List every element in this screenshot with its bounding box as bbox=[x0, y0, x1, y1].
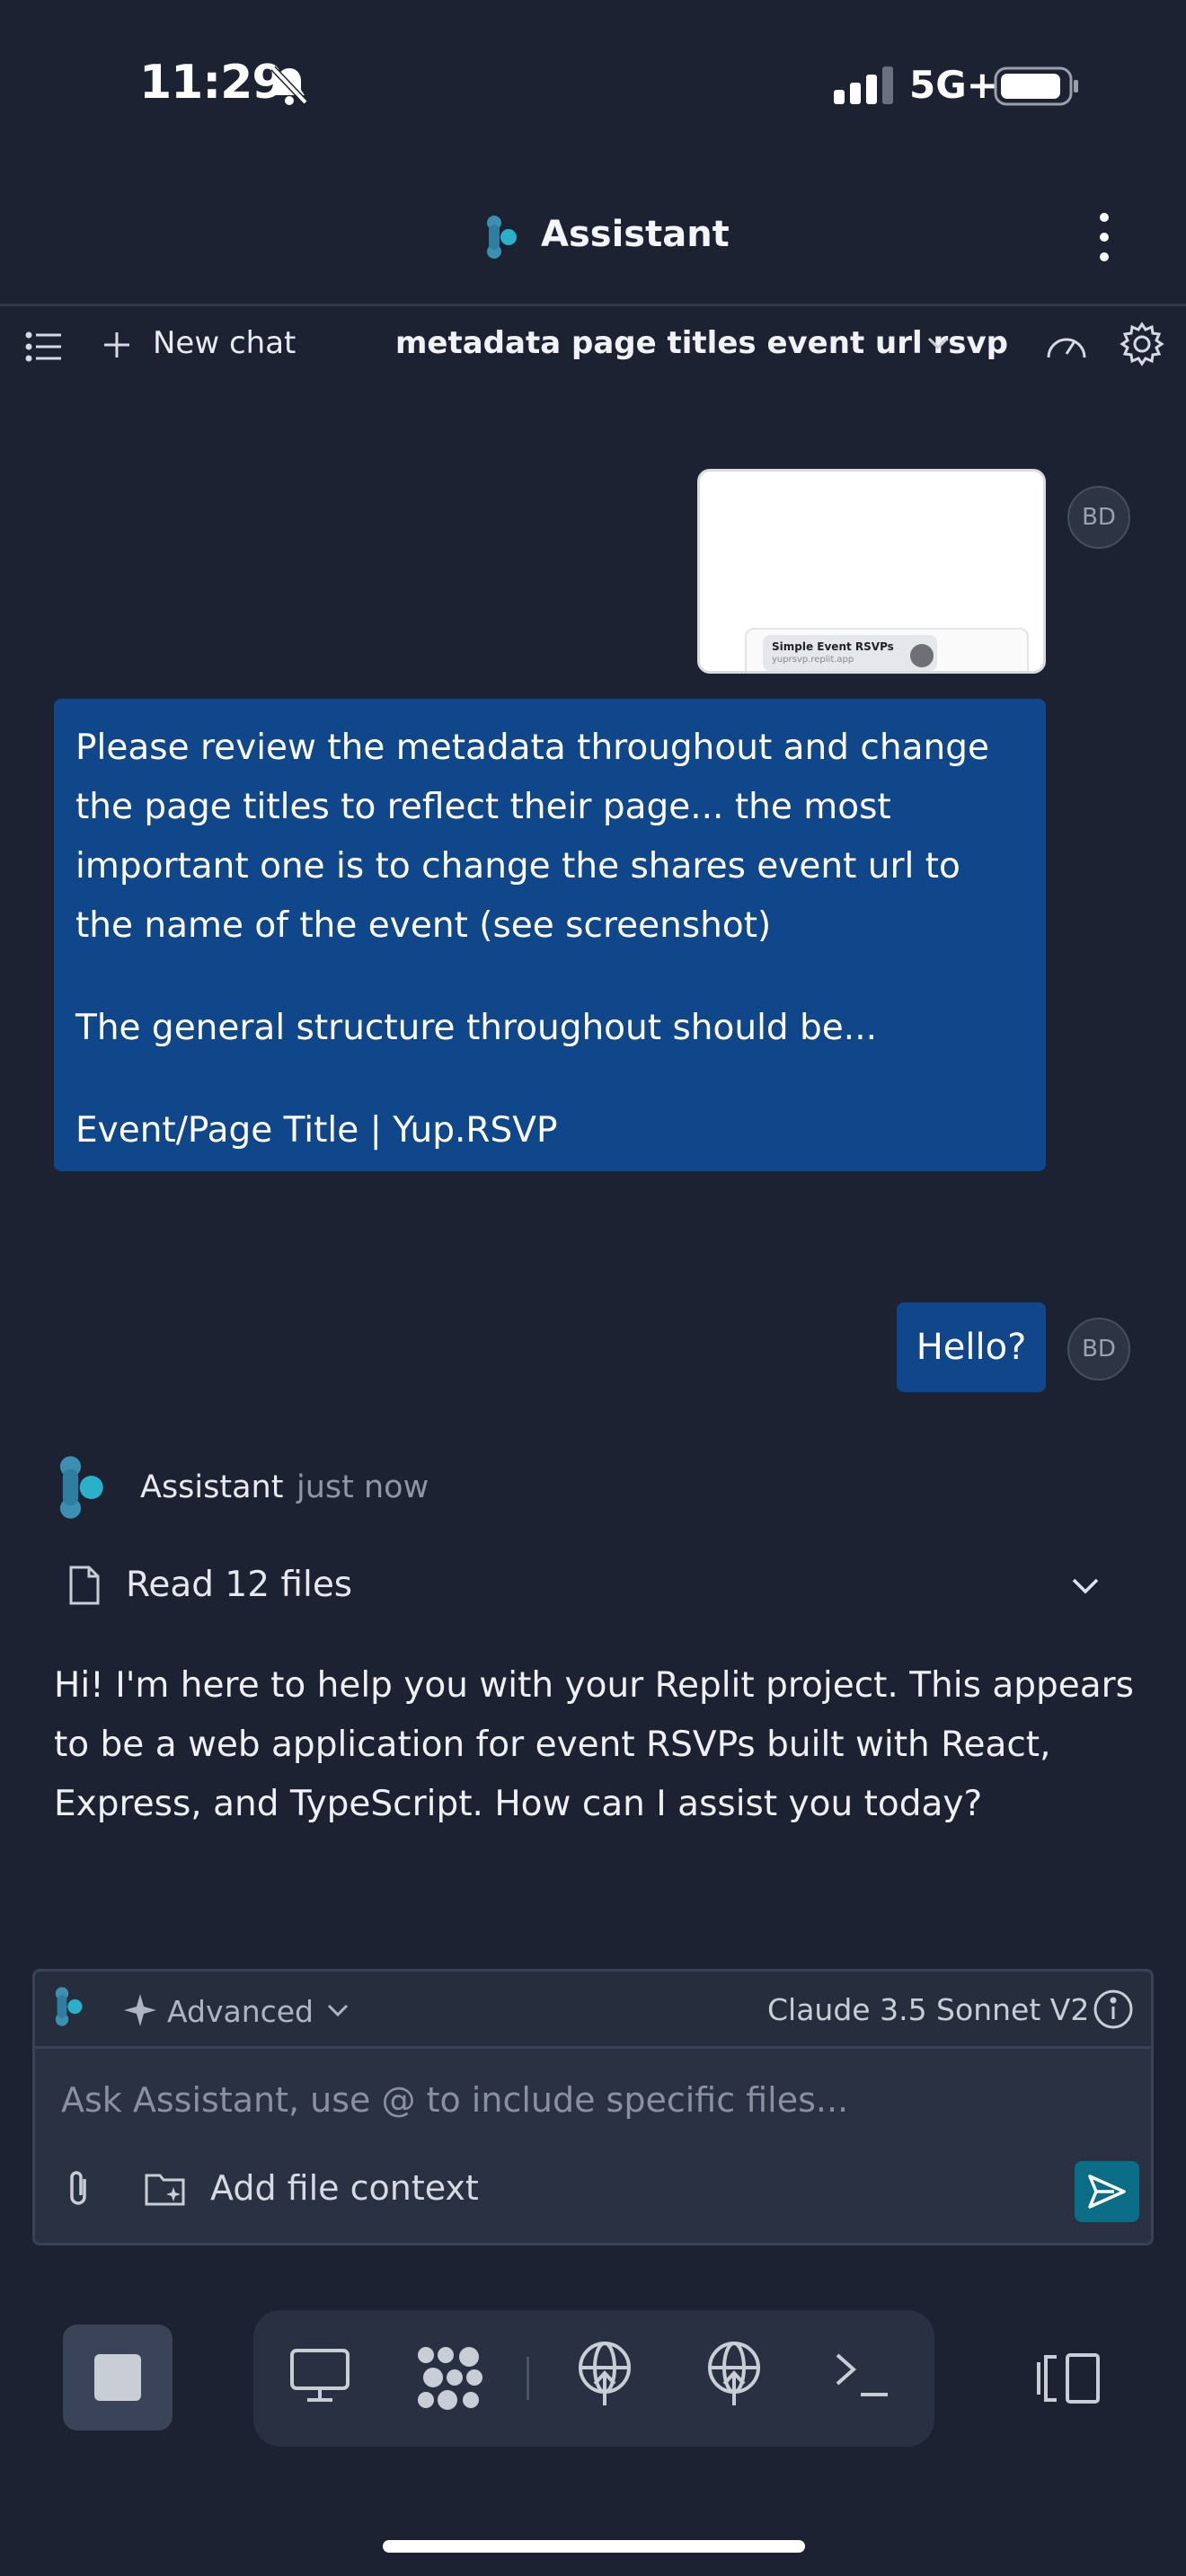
monitor-icon[interactable] bbox=[289, 2348, 350, 2404]
assistant-name: Assistant bbox=[140, 1469, 284, 1505]
assistant-logo-icon bbox=[58, 1453, 110, 1522]
status-time: 11:29 bbox=[139, 56, 285, 110]
home-indicator bbox=[383, 2540, 805, 2553]
chat-title-dropdown[interactable]: metadata page titles event url rsvp bbox=[395, 325, 1008, 361]
silent-bell-icon bbox=[270, 65, 309, 106]
share-icon bbox=[910, 644, 934, 667]
model-selector[interactable]: Claude 3.5 Sonnet V2 bbox=[767, 1992, 1089, 2027]
message-paragraph: Event/Page Title | Yup.RSVP bbox=[75, 1110, 558, 1151]
signal-icon bbox=[834, 66, 895, 104]
attached-screenshot[interactable]: Simple Event RSVPs yuprsvp.replit.app bbox=[697, 469, 1046, 674]
toolbar-divider bbox=[527, 2357, 529, 2400]
add-file-context-button[interactable]: Add file context bbox=[210, 2168, 479, 2208]
user-message: Hello? bbox=[897, 1302, 1046, 1392]
deploy-icon[interactable] bbox=[575, 2341, 634, 2407]
message-paragraph: Please review the metadata throughout an… bbox=[75, 728, 989, 946]
preview-url: yuprsvp.replit.app bbox=[772, 655, 854, 665]
chevron-down-icon[interactable] bbox=[1071, 1577, 1100, 1595]
network-label: 5G+ bbox=[909, 63, 998, 107]
more-options-icon[interactable] bbox=[1091, 212, 1118, 262]
read-files-toggle[interactable]: Read 12 files bbox=[126, 1565, 352, 1605]
user-message: Please review the metadata throughout an… bbox=[54, 699, 1046, 1171]
paperclip-icon[interactable] bbox=[63, 2168, 93, 2210]
avatar: BD bbox=[1067, 486, 1130, 549]
header-divider bbox=[0, 304, 1186, 306]
panes-icon[interactable] bbox=[1033, 2351, 1102, 2405]
link-preview-pill: Simple Event RSVPs yuprsvp.replit.app bbox=[763, 635, 937, 671]
link-preview-card: Simple Event RSVPs yuprsvp.replit.app bbox=[745, 628, 1029, 671]
gauge-icon[interactable] bbox=[1044, 327, 1089, 363]
send-icon bbox=[1088, 2175, 1126, 2209]
info-icon[interactable] bbox=[1093, 1989, 1134, 2030]
deploy-icon[interactable] bbox=[704, 2341, 764, 2407]
assistant-logo-icon bbox=[54, 1985, 86, 2028]
assistant-message-text: Hi! I'm here to help you with your Repli… bbox=[54, 1665, 1134, 1824]
chevron-down-icon[interactable] bbox=[927, 336, 949, 350]
new-chat-button[interactable]: New chat bbox=[153, 325, 296, 361]
battery-icon bbox=[994, 66, 1080, 106]
shell-icon[interactable] bbox=[834, 2350, 891, 2400]
send-button[interactable] bbox=[1075, 2161, 1139, 2222]
avatar: BD bbox=[1067, 1318, 1130, 1381]
message-input[interactable] bbox=[61, 2075, 1049, 2125]
chat-list-icon[interactable] bbox=[25, 331, 63, 363]
file-icon bbox=[68, 1565, 101, 1606]
message-timestamp: just now bbox=[296, 1469, 429, 1505]
gear-icon[interactable] bbox=[1120, 322, 1164, 366]
assistant-logo-icon bbox=[485, 214, 521, 260]
stop-button[interactable] bbox=[63, 2325, 173, 2430]
message-paragraph: The general structure throughout should … bbox=[75, 1008, 877, 1048]
preview-title: Simple Event RSVPs bbox=[772, 640, 894, 653]
dots-grid-icon[interactable] bbox=[415, 2344, 485, 2411]
chevron-down-icon[interactable] bbox=[327, 2003, 349, 2017]
sparkle-icon[interactable] bbox=[122, 1992, 158, 2028]
header-title: Assistant bbox=[541, 214, 730, 255]
plus-icon[interactable] bbox=[102, 331, 131, 359]
stop-icon bbox=[94, 2354, 141, 2401]
folder-add-icon[interactable] bbox=[144, 2168, 187, 2208]
mode-selector[interactable]: Advanced bbox=[167, 1994, 314, 2029]
